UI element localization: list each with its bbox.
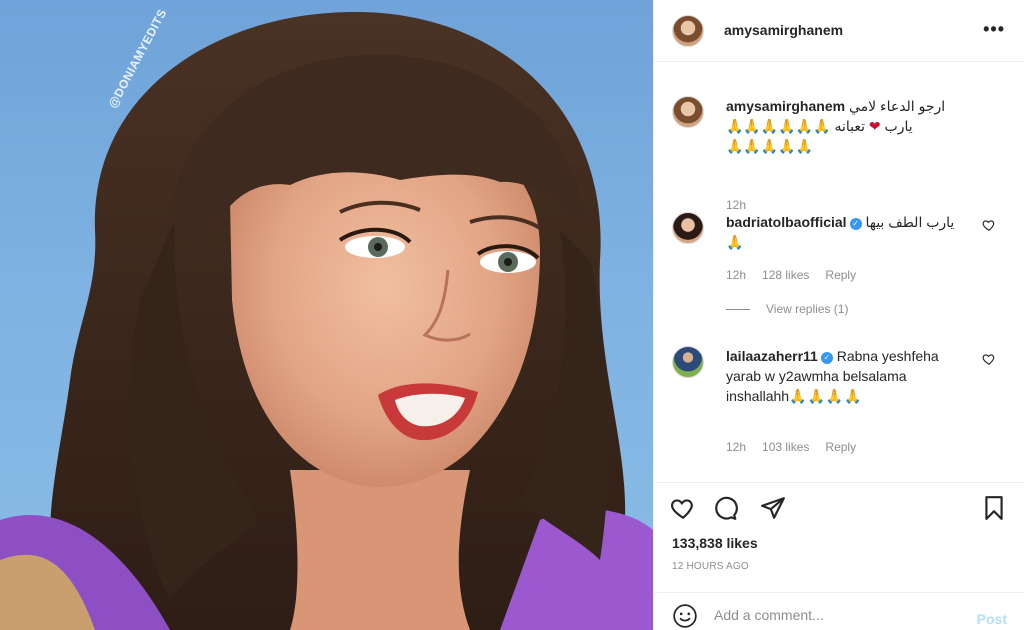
post-photo[interactable]: @DONIAMYEDITS [0, 0, 653, 630]
view-replies-label: View replies (1) [766, 302, 849, 316]
post-side-panel: amysamirghanem ••• amysamirghanem ارجو ا… [653, 0, 1024, 630]
praying-hands-icon: 🙏🙏🙏🙏 [789, 388, 863, 404]
verified-badge-icon: ✓ [849, 218, 862, 230]
share-send-icon[interactable] [760, 495, 786, 521]
like-comment-heart-icon[interactable] [982, 352, 996, 366]
post-header: amysamirghanem ••• [654, 0, 1024, 62]
comment-bubble-icon[interactable] [712, 495, 738, 521]
comment-time[interactable]: 12h [726, 440, 746, 454]
reply-button[interactable]: Reply [825, 440, 856, 454]
praying-hands-icon: 🙏🙏🙏🙏🙏 [726, 138, 814, 154]
header-username[interactable]: amysamirghanem [724, 22, 843, 38]
caption-username[interactable]: amysamirghanem [726, 98, 845, 114]
caption-time[interactable]: 12h [726, 198, 746, 212]
comment-likes[interactable]: 103 likes [762, 440, 809, 454]
comments-section: amysamirghanem ارجو الدعاء لامي 🙏🙏🙏🙏🙏🙏 ت… [654, 62, 1024, 482]
comment-meta: 12h 128 likes Reply [726, 268, 856, 282]
portrait-photo [0, 11, 653, 630]
comment-meta: 12h 103 likes Reply [726, 440, 856, 454]
reply-button[interactable]: Reply [825, 268, 856, 282]
avatar[interactable] [672, 212, 704, 244]
add-comment-bar: Post [654, 592, 1024, 630]
post-button[interactable]: Post [977, 611, 1007, 627]
praying-hands-icon: 🙏🙏🙏🙏🙏🙏 [726, 118, 831, 134]
emoji-smiley-icon[interactable] [672, 603, 698, 629]
avatar[interactable] [672, 96, 704, 128]
comment-time[interactable]: 12h [726, 268, 746, 282]
like-heart-icon[interactable] [670, 495, 696, 521]
caption-text-3: يارب [884, 118, 913, 134]
view-replies-button[interactable]: View replies (1) [726, 302, 848, 316]
likes-count[interactable]: 133,838 likes [672, 535, 758, 551]
like-comment-heart-icon[interactable] [982, 218, 996, 232]
divider [726, 308, 750, 310]
heart-emoji-icon: ❤ [868, 118, 881, 134]
caption-text-2: تعبانه [834, 118, 866, 134]
caption-text: ارجو الدعاء لامي [848, 98, 946, 114]
praying-hands-icon: 🙏 [726, 234, 744, 250]
avatar[interactable] [672, 15, 704, 47]
verified-badge-icon: ✓ [820, 352, 833, 364]
post-actions: 133,838 likes 12 HOURS AGO [654, 482, 1024, 590]
post-age[interactable]: 12 HOURS AGO [672, 561, 749, 572]
comment-likes[interactable]: 128 likes [762, 268, 809, 282]
comment-input[interactable] [714, 607, 954, 623]
more-options-icon[interactable]: ••• [983, 20, 1005, 38]
comment-text: يارب الطف بيها [865, 214, 955, 230]
comment-username[interactable]: badriatolbaofficial [726, 214, 847, 230]
avatar[interactable] [672, 346, 704, 378]
comment-username[interactable]: lailaazaherr11 [726, 348, 818, 364]
bookmark-save-icon[interactable] [981, 495, 1007, 521]
